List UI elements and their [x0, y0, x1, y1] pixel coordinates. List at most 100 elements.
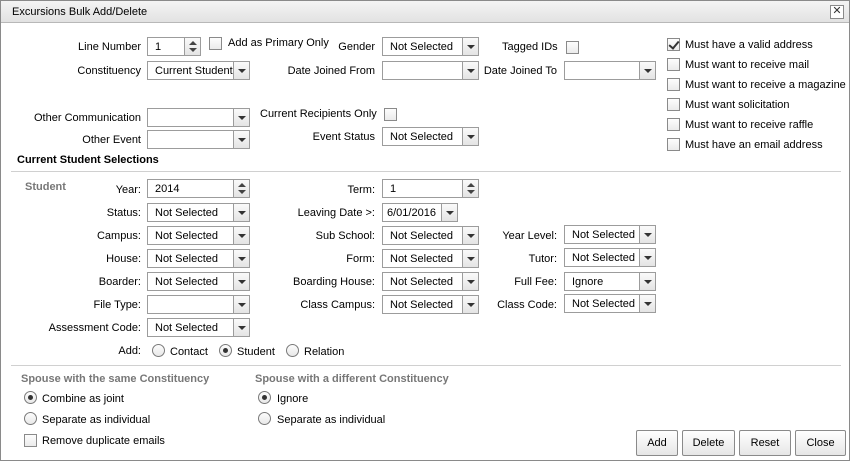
- house-label: House:: [106, 253, 141, 265]
- tutor-label: Tutor:: [528, 253, 557, 265]
- divider: [11, 365, 841, 366]
- chevron-down-icon[interactable]: [462, 38, 478, 55]
- sub-school-select[interactable]: Not Selected: [382, 226, 479, 245]
- date-joined-to-input[interactable]: [564, 61, 656, 80]
- add-relation-label: Relation: [304, 346, 345, 358]
- primary-only-checkbox[interactable]: [209, 37, 222, 50]
- chevron-down-icon[interactable]: [462, 62, 478, 79]
- reset-button[interactable]: Reset: [739, 430, 791, 456]
- campus-label: Campus:: [96, 230, 141, 242]
- must-email-address-checkbox[interactable]: [667, 138, 680, 151]
- other-event-select[interactable]: [147, 130, 250, 149]
- remove-duplicate-emails-checkbox[interactable]: [24, 434, 37, 447]
- year-spinner[interactable]: [233, 180, 249, 197]
- close-icon[interactable]: ✕: [830, 5, 844, 19]
- chevron-down-icon[interactable]: [462, 273, 478, 290]
- tagged-ids-checkbox[interactable]: [566, 41, 579, 54]
- spouse-same-heading: Spouse with the same Constituency: [21, 373, 210, 385]
- form-select[interactable]: Not Selected: [382, 249, 479, 268]
- must-receive-magazine-checkbox[interactable]: [667, 78, 680, 91]
- boarder-select[interactable]: Not Selected: [147, 272, 250, 291]
- chevron-down-icon[interactable]: [233, 227, 249, 244]
- chevron-down-icon[interactable]: [233, 319, 249, 336]
- separate-individual-diff-radio[interactable]: [258, 412, 271, 425]
- assessment-code-value: Not Selected: [155, 322, 218, 334]
- close-button[interactable]: Close: [795, 430, 846, 456]
- full-fee-value: Ignore: [572, 276, 604, 288]
- chevron-down-icon[interactable]: [441, 204, 457, 221]
- chevron-down-icon[interactable]: [233, 109, 249, 126]
- add-button[interactable]: Add: [636, 430, 678, 456]
- chevron-down-icon[interactable]: [639, 273, 655, 290]
- house-select[interactable]: Not Selected: [147, 249, 250, 268]
- line-number-label: Line Number: [78, 41, 141, 53]
- chevron-down-icon[interactable]: [233, 131, 249, 148]
- chevron-down-icon[interactable]: [462, 227, 478, 244]
- selections-heading: Current Student Selections: [17, 154, 159, 166]
- year-level-select[interactable]: Not Selected: [564, 225, 656, 244]
- must-want-solicitation-checkbox[interactable]: [667, 98, 680, 111]
- tagged-ids-label: Tagged IDs: [502, 41, 558, 53]
- date-joined-from-input[interactable]: [382, 61, 479, 80]
- chevron-down-icon[interactable]: [639, 62, 655, 79]
- term-input[interactable]: 1: [382, 179, 479, 198]
- chevron-down-icon[interactable]: [639, 226, 655, 243]
- must-receive-raffle-checkbox[interactable]: [667, 118, 680, 131]
- chevron-down-icon[interactable]: [462, 296, 478, 313]
- file-type-select[interactable]: [147, 295, 250, 314]
- boarder-value: Not Selected: [155, 276, 218, 288]
- class-code-select[interactable]: Not Selected: [564, 294, 656, 313]
- class-campus-label: Class Campus:: [300, 299, 375, 311]
- line-number-input[interactable]: 1: [147, 37, 201, 56]
- current-recipients-label: Current Recipients Only: [260, 108, 377, 120]
- chevron-down-icon[interactable]: [233, 204, 249, 221]
- separate-individual-same-radio[interactable]: [24, 412, 37, 425]
- chevron-down-icon[interactable]: [639, 295, 655, 312]
- current-recipients-checkbox[interactable]: [384, 108, 397, 121]
- chevron-down-icon[interactable]: [233, 62, 249, 79]
- year-level-value: Not Selected: [572, 229, 635, 241]
- assessment-code-label: Assessment Code:: [48, 322, 141, 334]
- gender-select[interactable]: Not Selected: [382, 37, 479, 56]
- add-contact-radio[interactable]: [152, 344, 165, 357]
- tutor-select[interactable]: Not Selected: [564, 248, 656, 267]
- class-campus-select[interactable]: Not Selected: [382, 295, 479, 314]
- spouse-diff-heading: Spouse with a different Constituency: [255, 373, 449, 385]
- date-joined-to-label: Date Joined To: [483, 65, 557, 77]
- assessment-code-select[interactable]: Not Selected: [147, 318, 250, 337]
- separate-individual-diff-label: Separate as individual: [277, 414, 386, 426]
- boarding-house-select[interactable]: Not Selected: [382, 272, 479, 291]
- status-select[interactable]: Not Selected: [147, 203, 250, 222]
- combine-joint-radio[interactable]: [24, 391, 37, 404]
- chevron-down-icon[interactable]: [233, 296, 249, 313]
- line-number-spinner[interactable]: [184, 38, 200, 55]
- must-valid-address-checkbox[interactable]: [667, 38, 680, 51]
- must-want-solicitation-label: Must want solicitation: [685, 99, 790, 111]
- term-spinner[interactable]: [462, 180, 478, 197]
- add-contact-label: Contact: [170, 346, 208, 358]
- chevron-down-icon[interactable]: [233, 250, 249, 267]
- chevron-down-icon[interactable]: [639, 249, 655, 266]
- other-communication-select[interactable]: [147, 108, 250, 127]
- constituency-select[interactable]: Current Student: [147, 61, 250, 80]
- chevron-down-icon[interactable]: [462, 250, 478, 267]
- chevron-down-icon[interactable]: [462, 128, 478, 145]
- ignore-radio[interactable]: [258, 391, 271, 404]
- must-receive-mail-checkbox[interactable]: [667, 58, 680, 71]
- add-label: Add:: [118, 345, 141, 357]
- must-receive-magazine-label: Must want to receive a magazine: [685, 79, 846, 91]
- chevron-down-icon[interactable]: [233, 273, 249, 290]
- divider: [11, 171, 841, 172]
- add-relation-radio[interactable]: [286, 344, 299, 357]
- leaving-date-input[interactable]: 6/01/2016: [382, 203, 458, 222]
- window-title: Excursions Bulk Add/Delete: [12, 6, 148, 18]
- event-status-label: Event Status: [312, 131, 375, 143]
- campus-select[interactable]: Not Selected: [147, 226, 250, 245]
- event-status-select[interactable]: Not Selected: [382, 127, 479, 146]
- sub-school-value: Not Selected: [390, 230, 453, 242]
- year-input[interactable]: 2014: [147, 179, 250, 198]
- delete-button[interactable]: Delete: [682, 430, 735, 456]
- class-code-label: Class Code:: [497, 299, 557, 311]
- add-student-radio[interactable]: [219, 344, 232, 357]
- full-fee-select[interactable]: Ignore: [564, 272, 656, 291]
